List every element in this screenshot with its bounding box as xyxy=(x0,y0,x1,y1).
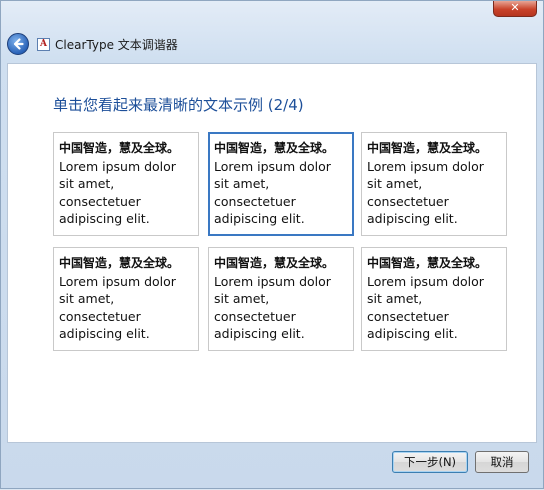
sample-line: Lorem ipsum dolor xyxy=(367,158,484,174)
sample-line: adipiscing elit. xyxy=(214,326,305,341)
sample-line: sit amet, xyxy=(367,291,423,306)
text-sample-2[interactable]: 中国智造，慧及全球。 Lorem ipsum dolor sit amet, c… xyxy=(208,132,354,236)
back-arrow-icon xyxy=(13,38,24,50)
sample-line: adipiscing elit. xyxy=(214,211,305,226)
sample-line: sit amet, xyxy=(367,176,423,191)
text-sample-6[interactable]: 中国智造，慧及全球。 Lorem ipsum dolor sit amet, c… xyxy=(361,247,507,351)
text-sample-4[interactable]: 中国智造，慧及全球。 Lorem ipsum dolor sit amet, c… xyxy=(53,247,199,351)
cleartype-window: ✕ A ClearType 文本调谐器 单击您看起来最清晰的文本示例 (2/4)… xyxy=(0,0,544,489)
text-sample-1[interactable]: 中国智造，慧及全球。 Lorem ipsum dolor sit amet, c… xyxy=(53,132,199,236)
sample-line: sit amet, xyxy=(214,291,270,306)
sample-line: consectetuer xyxy=(214,308,296,324)
page-heading: 单击您看起来最清晰的文本示例 (2/4) xyxy=(53,96,304,114)
sample-line: consectetuer xyxy=(59,193,141,209)
back-button[interactable] xyxy=(7,33,29,55)
sample-line: 中国智造，慧及全球。 xyxy=(214,141,335,155)
sample-line: sit amet, xyxy=(214,176,270,191)
sample-line: adipiscing elit. xyxy=(59,211,150,226)
content-panel: 单击您看起来最清晰的文本示例 (2/4) 中国智造，慧及全球。 Lorem ip… xyxy=(7,63,537,443)
sample-line: Lorem ipsum dolor xyxy=(214,158,331,174)
sample-line: consectetuer xyxy=(367,308,449,324)
sample-line: Lorem ipsum dolor xyxy=(59,158,176,174)
sample-line: adipiscing elit. xyxy=(367,211,458,226)
close-icon: ✕ xyxy=(510,1,520,14)
text-sample-5[interactable]: 中国智造，慧及全球。 Lorem ipsum dolor sit amet, c… xyxy=(208,247,354,351)
sample-line: sit amet, xyxy=(59,176,115,191)
sample-line: Lorem ipsum dolor xyxy=(214,273,331,289)
sample-line: 中国智造，慧及全球。 xyxy=(367,256,488,270)
sample-line: consectetuer xyxy=(367,193,449,209)
text-sample-3[interactable]: 中国智造，慧及全球。 Lorem ipsum dolor sit amet, c… xyxy=(361,132,507,236)
button-bar: 下一步(N) 取消 xyxy=(1,443,544,490)
sample-line: 中国智造，慧及全球。 xyxy=(59,256,180,270)
sample-line: adipiscing elit. xyxy=(367,326,458,341)
sample-line: adipiscing elit. xyxy=(59,326,150,341)
window-title: ClearType 文本调谐器 xyxy=(55,38,178,52)
sample-line: 中国智造，慧及全球。 xyxy=(214,256,335,270)
sample-line: consectetuer xyxy=(59,308,141,324)
close-button[interactable]: ✕ xyxy=(493,1,537,17)
next-button[interactable]: 下一步(N) xyxy=(392,451,468,473)
sample-line: consectetuer xyxy=(214,193,296,209)
sample-line: sit amet, xyxy=(59,291,115,306)
sample-line: 中国智造，慧及全球。 xyxy=(59,141,180,155)
sample-line: 中国智造，慧及全球。 xyxy=(367,141,488,155)
cleartype-app-icon: A xyxy=(37,38,50,51)
title-bar: A ClearType 文本调谐器 xyxy=(1,29,544,61)
sample-line: Lorem ipsum dolor xyxy=(59,273,176,289)
cancel-button[interactable]: 取消 xyxy=(475,451,529,473)
sample-line: Lorem ipsum dolor xyxy=(367,273,484,289)
